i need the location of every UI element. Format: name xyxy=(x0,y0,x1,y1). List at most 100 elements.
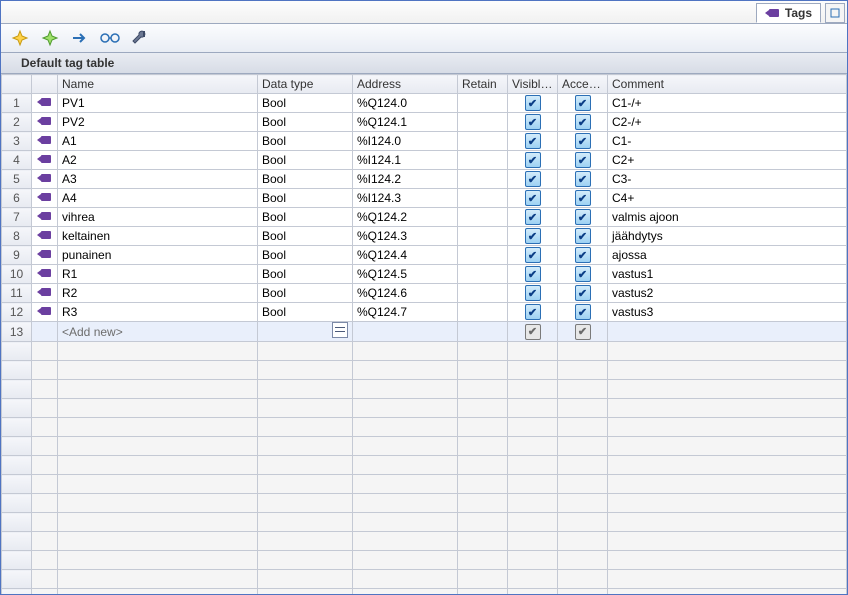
cell-name[interactable]: A4 xyxy=(58,189,258,208)
cell-retain[interactable] xyxy=(458,94,508,113)
cell-address[interactable]: %Q124.2 xyxy=(353,208,458,227)
col-header-retain[interactable]: Retain xyxy=(458,75,508,94)
row-number[interactable]: 12 xyxy=(2,303,32,322)
cell-access[interactable]: ✔ xyxy=(558,227,608,246)
table-row[interactable]: 3A1Bool%I124.0✔✔C1- xyxy=(2,132,847,151)
tool-new-tag-alt[interactable] xyxy=(39,27,61,49)
add-new-row[interactable]: 13<Add new>✔✔ xyxy=(2,322,847,342)
tab-tags[interactable]: Tags xyxy=(756,3,821,23)
cell-address[interactable]: %I124.2 xyxy=(353,170,458,189)
col-header-access[interactable]: Acces... xyxy=(558,75,608,94)
cell-access[interactable]: ✔ xyxy=(558,94,608,113)
add-new-placeholder[interactable]: <Add new> xyxy=(58,322,258,342)
cell-retain[interactable] xyxy=(458,132,508,151)
cell-retain[interactable] xyxy=(458,170,508,189)
cell-comment[interactable]: vastus3 xyxy=(608,303,847,322)
tool-export[interactable] xyxy=(69,27,91,49)
cell-retain[interactable] xyxy=(458,265,508,284)
cell-access[interactable]: ✔ xyxy=(558,189,608,208)
cell-data-type[interactable]: Bool xyxy=(258,132,353,151)
col-header-address[interactable]: Address xyxy=(353,75,458,94)
cell-name[interactable]: PV2 xyxy=(58,113,258,132)
cell-retain[interactable] xyxy=(458,208,508,227)
cell-visible[interactable]: ✔ xyxy=(508,284,558,303)
cell-retain[interactable] xyxy=(458,322,508,342)
cell-comment[interactable]: vastus2 xyxy=(608,284,847,303)
cell-address[interactable]: %Q124.7 xyxy=(353,303,458,322)
cell-access[interactable]: ✔ xyxy=(558,284,608,303)
cell-visible[interactable]: ✔ xyxy=(508,189,558,208)
cell-address[interactable] xyxy=(353,322,458,342)
cell-visible[interactable]: ✔ xyxy=(508,303,558,322)
table-row[interactable]: 10R1Bool%Q124.5✔✔vastus1 xyxy=(2,265,847,284)
cell-address[interactable]: %Q124.3 xyxy=(353,227,458,246)
cell-data-type[interactable]: Bool xyxy=(258,170,353,189)
cell-data-type[interactable] xyxy=(258,322,353,342)
cell-data-type[interactable]: Bool xyxy=(258,94,353,113)
cell-retain[interactable] xyxy=(458,284,508,303)
cell-data-type[interactable]: Bool xyxy=(258,113,353,132)
row-number[interactable]: 9 xyxy=(2,246,32,265)
cell-name[interactable]: A3 xyxy=(58,170,258,189)
cell-name[interactable]: R2 xyxy=(58,284,258,303)
cell-retain[interactable] xyxy=(458,151,508,170)
tool-new-tag[interactable] xyxy=(9,27,31,49)
cell-retain[interactable] xyxy=(458,246,508,265)
cell-address[interactable]: %Q124.0 xyxy=(353,94,458,113)
row-number[interactable]: 6 xyxy=(2,189,32,208)
cell-address[interactable]: %I124.1 xyxy=(353,151,458,170)
cell-access[interactable]: ✔ xyxy=(558,113,608,132)
cell-visible[interactable]: ✔ xyxy=(508,113,558,132)
tool-settings[interactable] xyxy=(129,27,151,49)
cell-comment[interactable]: C3- xyxy=(608,170,847,189)
expand-button[interactable] xyxy=(825,3,845,23)
cell-access[interactable]: ✔ xyxy=(558,322,608,342)
cell-access[interactable]: ✔ xyxy=(558,151,608,170)
table-row[interactable]: 6A4Bool%I124.3✔✔C4+ xyxy=(2,189,847,208)
cell-comment[interactable]: valmis ajoon xyxy=(608,208,847,227)
col-header-visible[interactable]: Visible.. xyxy=(508,75,558,94)
cell-visible[interactable]: ✔ xyxy=(508,208,558,227)
cell-name[interactable]: vihrea xyxy=(58,208,258,227)
cell-comment[interactable]: ajossa xyxy=(608,246,847,265)
cell-address[interactable]: %Q124.1 xyxy=(353,113,458,132)
row-number[interactable]: 8 xyxy=(2,227,32,246)
cell-name[interactable]: PV1 xyxy=(58,94,258,113)
cell-comment[interactable] xyxy=(608,322,847,342)
cell-comment[interactable]: C2-/+ xyxy=(608,113,847,132)
cell-retain[interactable] xyxy=(458,113,508,132)
cell-address[interactable]: %Q124.6 xyxy=(353,284,458,303)
cell-visible[interactable]: ✔ xyxy=(508,151,558,170)
cell-address[interactable]: %Q124.4 xyxy=(353,246,458,265)
cell-comment[interactable]: vastus1 xyxy=(608,265,847,284)
cell-data-type[interactable]: Bool xyxy=(258,189,353,208)
cell-access[interactable]: ✔ xyxy=(558,303,608,322)
col-header-icon[interactable] xyxy=(32,75,58,94)
cell-retain[interactable] xyxy=(458,303,508,322)
cell-data-type[interactable]: Bool xyxy=(258,151,353,170)
row-number[interactable]: 13 xyxy=(2,322,32,342)
cell-name[interactable]: R1 xyxy=(58,265,258,284)
row-number[interactable]: 7 xyxy=(2,208,32,227)
table-row[interactable]: 12R3Bool%Q124.7✔✔vastus3 xyxy=(2,303,847,322)
table-row[interactable]: 2PV2Bool%Q124.1✔✔C2-/+ xyxy=(2,113,847,132)
cell-comment[interactable]: jäähdytys xyxy=(608,227,847,246)
cell-name[interactable]: A1 xyxy=(58,132,258,151)
col-header-rownum[interactable] xyxy=(2,75,32,94)
dropdown-icon[interactable] xyxy=(332,322,348,338)
cell-data-type[interactable]: Bool xyxy=(258,246,353,265)
col-header-data-type[interactable]: Data type xyxy=(258,75,353,94)
cell-visible[interactable]: ✔ xyxy=(508,227,558,246)
table-row[interactable]: 11R2Bool%Q124.6✔✔vastus2 xyxy=(2,284,847,303)
row-number[interactable]: 5 xyxy=(2,170,32,189)
cell-comment[interactable]: C4+ xyxy=(608,189,847,208)
table-row[interactable]: 9punainenBool%Q124.4✔✔ajossa xyxy=(2,246,847,265)
cell-access[interactable]: ✔ xyxy=(558,208,608,227)
cell-name[interactable]: punainen xyxy=(58,246,258,265)
col-header-name[interactable]: Name xyxy=(58,75,258,94)
cell-name[interactable]: A2 xyxy=(58,151,258,170)
cell-retain[interactable] xyxy=(458,189,508,208)
cell-visible[interactable]: ✔ xyxy=(508,170,558,189)
cell-comment[interactable]: C2+ xyxy=(608,151,847,170)
table-row[interactable]: 5A3Bool%I124.2✔✔C3- xyxy=(2,170,847,189)
